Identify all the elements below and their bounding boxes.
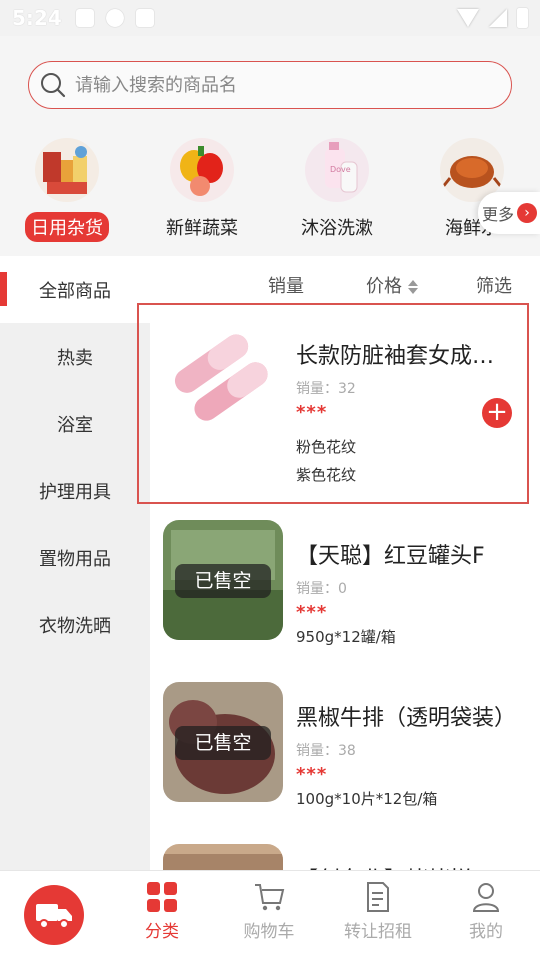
- delivery-truck-button[interactable]: [24, 885, 84, 945]
- category-daily-goods[interactable]: 日用杂货: [12, 132, 122, 242]
- sort-by-sales[interactable]: 销量: [268, 272, 304, 298]
- product-spec: 950g*12罐/箱: [296, 628, 396, 646]
- search-icon: [41, 73, 66, 98]
- category-fresh-vegetables[interactable]: 新鲜蔬菜: [147, 132, 257, 242]
- nav-profile[interactable]: 我的: [441, 881, 531, 942]
- product-image: [163, 320, 283, 440]
- search-bar[interactable]: [28, 61, 512, 109]
- nav-label: 我的: [469, 922, 503, 942]
- sidebar-item-all-products[interactable]: 全部商品: [0, 256, 150, 323]
- sold-out-badge: 已售空: [175, 726, 271, 760]
- status-system-icons: [457, 8, 528, 28]
- status-time: 5:24: [12, 6, 62, 30]
- sidebar-item-label: 置物用品: [39, 548, 111, 570]
- sidebar-item-label: 全部商品: [39, 280, 111, 302]
- product-card[interactable]: 【创东北】烤烤拼: [150, 834, 540, 870]
- nav-label: 转让招租: [344, 922, 412, 942]
- product-sales: 销量：32: [296, 381, 356, 397]
- nav-cart[interactable]: 购物车: [224, 881, 314, 942]
- category-bath-wash[interactable]: Dove 沐浴洗漱: [282, 132, 392, 242]
- app-screen: 5:24 请输入搜索的商品名 日用杂货 新鲜蔬菜 Dove 沐浴洗漱 海鲜水 更…: [0, 0, 540, 960]
- bottom-navigation: 分类 购物车 转让招租 我的: [0, 870, 540, 960]
- document-icon: [367, 882, 389, 912]
- more-categories-button[interactable]: 更多 ›: [478, 192, 540, 234]
- sidebar-item-label: 护理用具: [39, 481, 111, 503]
- product-spec: 100g*10片*12包/箱: [296, 790, 438, 808]
- sidebar-item-bathroom[interactable]: 浴室: [0, 390, 150, 457]
- category-sidebar: 全部商品 热卖 浴室 护理用具 置物用品 衣物洗晒: [0, 256, 150, 870]
- nav-label: 购物车: [243, 922, 295, 942]
- sold-out-badge: 已售空: [175, 564, 271, 598]
- product-card[interactable]: 已售空 【天聪】红豆罐头F 销量：0 *** 950g*12罐/箱: [150, 510, 540, 672]
- product-price: ***: [296, 764, 328, 785]
- notification-icon: [105, 9, 124, 27]
- user-icon: [472, 883, 500, 912]
- more-label: 更多: [482, 205, 515, 224]
- chevron-right-icon: ›: [517, 203, 538, 223]
- category-label: 沐浴洗漱: [301, 218, 373, 239]
- product-name: 长款防脏袖套女成年女士: [296, 344, 516, 369]
- sidebar-item-label: 热卖: [57, 347, 93, 369]
- nav-label: 分类: [145, 922, 179, 942]
- signal-icon: [489, 9, 507, 27]
- grid-icon: [147, 882, 177, 912]
- product-sales: 销量：0: [296, 581, 347, 597]
- category-label: 新鲜蔬菜: [166, 218, 238, 239]
- product-image: 已售空: [163, 682, 283, 802]
- sidebar-item-label: 浴室: [57, 414, 93, 436]
- nav-transfer-rent[interactable]: 转让招租: [333, 881, 423, 942]
- product-spec: 粉色花纹: [296, 438, 357, 456]
- top-category-bar: 日用杂货 新鲜蔬菜 Dove 沐浴洗漱 海鲜水: [0, 132, 540, 252]
- product-price: ***: [296, 602, 328, 623]
- sidebar-item-storage[interactable]: 置物用品: [0, 524, 150, 591]
- battery-icon: [517, 8, 528, 28]
- wifi-icon: [457, 9, 479, 27]
- notification-icon: [135, 9, 154, 27]
- category-label: 日用杂货: [25, 212, 109, 242]
- notification-icon: [75, 9, 94, 27]
- sort-by-price[interactable]: 价格: [366, 272, 418, 298]
- product-list: 长款防脏袖套女成年女士 销量：32 *** 粉色花纹 紫色花纹 + 已售空 【天…: [150, 310, 540, 870]
- product-image: 已售空: [163, 520, 283, 640]
- product-sales: 销量：38: [296, 743, 356, 759]
- search-input[interactable]: [75, 74, 475, 96]
- product-name: 【天聪】红豆罐头F: [296, 544, 485, 569]
- svg-text:Dove: Dove: [330, 165, 351, 174]
- product-name: 【创东北】烤烤拼: [296, 862, 516, 870]
- add-to-cart-button[interactable]: +: [482, 398, 512, 428]
- nav-category[interactable]: 分类: [117, 881, 207, 942]
- product-image: [163, 844, 283, 870]
- bath-wash-thumbnail: Dove: [305, 138, 369, 202]
- product-price: ***: [296, 402, 328, 423]
- sidebar-item-laundry[interactable]: 衣物洗晒: [0, 591, 150, 658]
- sidebar-item-label: 衣物洗晒: [39, 615, 111, 637]
- sort-bar: 销量 价格 筛选: [150, 256, 540, 310]
- truck-icon: [36, 904, 72, 929]
- shopping-cart-icon: [255, 884, 285, 911]
- status-bar: 5:24: [0, 0, 540, 36]
- daily-goods-thumbnail: [35, 138, 99, 202]
- filter-button[interactable]: 筛选: [476, 272, 512, 298]
- product-card[interactable]: 已售空 黑椒牛排（透明袋装） 销量：38 *** 100g*10片*12包/箱: [150, 672, 540, 834]
- sort-arrows-icon: [407, 279, 418, 295]
- sort-price-label: 价格: [366, 276, 402, 297]
- product-spec: 紫色花纹: [296, 466, 357, 484]
- product-name: 黑椒牛排（透明袋装）: [296, 706, 516, 731]
- product-card[interactable]: 长款防脏袖套女成年女士 销量：32 *** 粉色花纹 紫色花纹 +: [150, 310, 540, 484]
- sidebar-item-hot-sale[interactable]: 热卖: [0, 323, 150, 390]
- vegetables-thumbnail: [170, 138, 234, 202]
- status-notification-icons: [75, 9, 154, 27]
- sidebar-item-care-tools[interactable]: 护理用具: [0, 457, 150, 524]
